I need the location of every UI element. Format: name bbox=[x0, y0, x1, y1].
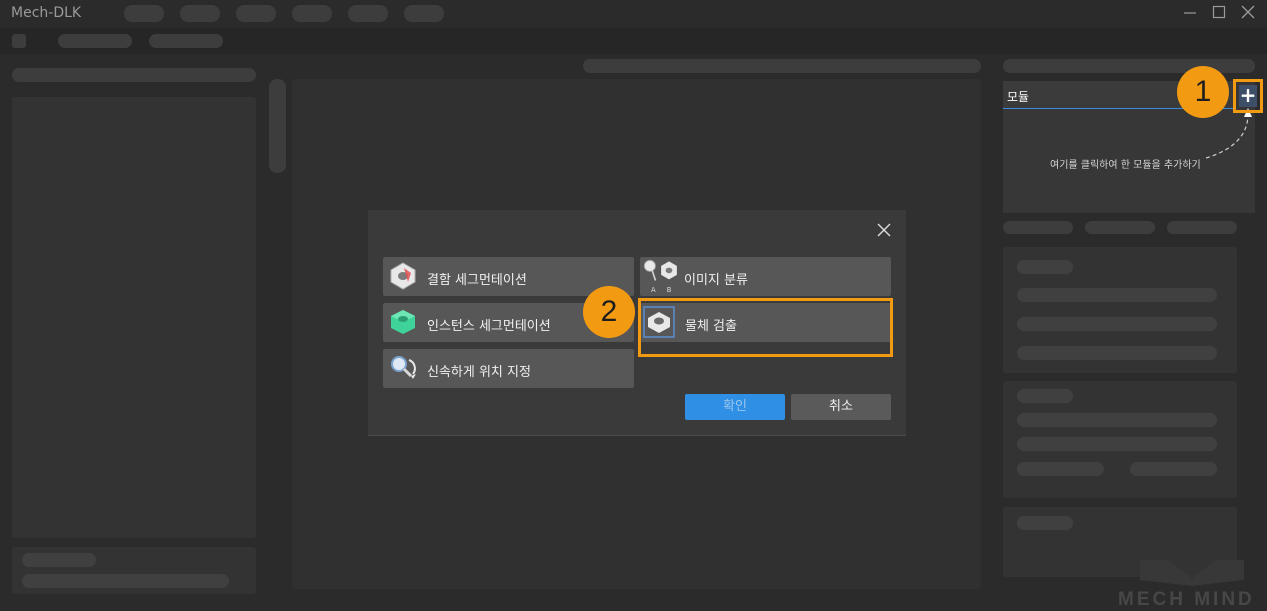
add-module-hint: 여기를 클릭하여 한 모듈을 추가하기 bbox=[1050, 160, 1201, 171]
maximize-icon[interactable] bbox=[1209, 4, 1229, 24]
placeholder-bar bbox=[1017, 317, 1217, 331]
menu-item-placeholder[interactable] bbox=[236, 5, 276, 22]
option-fast-positioning[interactable]: 신속하게 위치 지정 bbox=[383, 349, 634, 388]
menu-item-placeholder[interactable] bbox=[180, 5, 220, 22]
placeholder-bar bbox=[22, 574, 229, 588]
callout-2: 2 bbox=[583, 286, 635, 338]
placeholder-bar bbox=[1130, 462, 1217, 476]
placeholder-bar bbox=[22, 553, 96, 567]
sidebar-bottom-panel bbox=[12, 547, 256, 594]
minimize-icon[interactable] bbox=[1180, 4, 1200, 24]
menu-item-placeholder[interactable] bbox=[292, 5, 332, 22]
placeholder-bar bbox=[1017, 389, 1073, 403]
parameters-panel bbox=[1003, 381, 1237, 498]
option-label: 인스턴스 세그먼테이션 bbox=[427, 319, 551, 334]
properties-panel bbox=[1003, 247, 1237, 373]
add-module-highlight: + bbox=[1233, 79, 1263, 113]
close-icon[interactable] bbox=[874, 222, 894, 242]
placeholder-bar bbox=[1017, 288, 1217, 302]
app-title: Mech-DLK bbox=[11, 5, 82, 21]
image-classification-icon: A B bbox=[643, 259, 677, 294]
close-icon[interactable] bbox=[1238, 4, 1258, 24]
object-detection-highlight bbox=[638, 298, 893, 357]
menu-item-placeholder[interactable] bbox=[348, 5, 388, 22]
scrollbar-thumb[interactable] bbox=[269, 79, 286, 173]
option-label: 신속하게 위치 지정 bbox=[427, 365, 531, 380]
placeholder-bar bbox=[1017, 260, 1073, 274]
canvas-header-placeholder bbox=[583, 59, 981, 73]
option-label: 이미지 분류 bbox=[684, 273, 748, 288]
menu-item-placeholder[interactable] bbox=[124, 5, 164, 22]
title-bar: Mech-DLK bbox=[0, 0, 1267, 28]
toolbar-button-placeholder[interactable] bbox=[149, 34, 223, 48]
toolbar-button-placeholder[interactable] bbox=[58, 34, 132, 48]
confirm-button[interactable]: 확인 bbox=[685, 394, 785, 420]
option-image-classification[interactable]: A B 이미지 분류 bbox=[640, 257, 891, 296]
svg-text:A: A bbox=[651, 286, 656, 294]
menu-item-placeholder[interactable] bbox=[404, 5, 444, 22]
svg-text:B: B bbox=[667, 286, 672, 294]
cancel-button[interactable]: 취소 bbox=[791, 394, 891, 420]
toolbar bbox=[0, 28, 1267, 54]
sidebar-panel bbox=[12, 97, 256, 538]
toolbar-button-placeholder[interactable] bbox=[12, 34, 26, 48]
watermark-text: MECH MIND bbox=[1118, 589, 1255, 610]
placeholder-bar bbox=[1017, 516, 1073, 530]
tab-placeholder[interactable] bbox=[1003, 221, 1073, 234]
instance-segmentation-icon bbox=[391, 310, 415, 334]
placeholder-bar bbox=[1017, 346, 1217, 360]
modules-title: 모듈 bbox=[1007, 90, 1030, 104]
add-module-button[interactable]: + bbox=[1239, 85, 1257, 107]
placeholder-bar bbox=[1017, 462, 1104, 476]
placeholder-bar bbox=[1017, 413, 1217, 427]
placeholder-bar bbox=[1017, 437, 1217, 451]
callout-1: 1 bbox=[1177, 66, 1229, 118]
tab-placeholder[interactable] bbox=[1167, 221, 1237, 234]
fast-positioning-icon bbox=[391, 356, 416, 379]
defect-segmentation-icon bbox=[390, 262, 416, 290]
tab-placeholder[interactable] bbox=[1085, 221, 1155, 234]
sidebar-header-placeholder bbox=[12, 68, 256, 82]
option-label: 결함 세그먼테이션 bbox=[427, 273, 527, 288]
